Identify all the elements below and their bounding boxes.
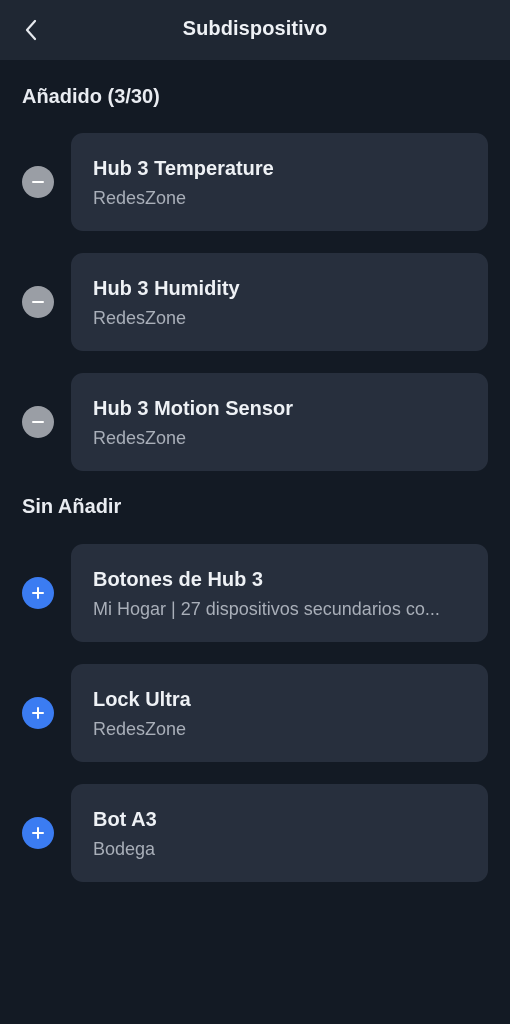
subdevice-card[interactable]: Botones de Hub 3 Mi Hogar | 27 dispositi… (71, 544, 488, 642)
add-button[interactable] (22, 577, 54, 609)
subdevice-name: Hub 3 Motion Sensor (93, 398, 293, 420)
subdevice-name: Bot A3 (93, 809, 157, 831)
page-title: Subdispositivo (182, 18, 328, 40)
subdevice-location: RedesZone (93, 428, 187, 448)
subdevice-location: RedesZone (93, 719, 187, 739)
subdevice-location: Mi Hogar | 27 dispositivos secundarios c… (93, 599, 440, 619)
list-item: Hub 3 Humidity RedesZone (0, 253, 510, 351)
plus-icon (32, 707, 44, 719)
remove-button[interactable] (22, 406, 54, 438)
remove-button[interactable] (22, 166, 54, 198)
section-title-not-added: Sin Añadir (22, 496, 122, 518)
subdevice-location: RedesZone (93, 188, 187, 208)
remove-button[interactable] (22, 286, 54, 318)
subdevice-card[interactable]: Hub 3 Temperature RedesZone (71, 133, 488, 231)
subdevice-name: Hub 3 Humidity (93, 278, 240, 300)
add-button[interactable] (22, 697, 54, 729)
subdevice-location: Bodega (93, 839, 156, 859)
subdevice-card[interactable]: Hub 3 Motion Sensor RedesZone (71, 373, 488, 471)
subdevice-name: Lock Ultra (93, 689, 191, 711)
list-item: Botones de Hub 3 Mi Hogar | 27 dispositi… (0, 544, 510, 642)
list-item: Bot A3 Bodega (0, 784, 510, 882)
section-title-added: Añadido (3/30) (22, 86, 160, 108)
subdevice-location: RedesZone (93, 308, 187, 328)
top-bar: Subdispositivo (0, 0, 510, 60)
add-button[interactable] (22, 817, 54, 849)
subdevice-card[interactable]: Hub 3 Humidity RedesZone (71, 253, 488, 351)
minus-icon (32, 421, 44, 423)
minus-icon (32, 301, 44, 303)
list-item: Hub 3 Temperature RedesZone (0, 133, 510, 231)
list-item: Hub 3 Motion Sensor RedesZone (0, 373, 510, 471)
list-item: Lock Ultra RedesZone (0, 664, 510, 762)
minus-icon (32, 181, 44, 183)
subdevice-name: Botones de Hub 3 (93, 569, 264, 591)
subdevice-card[interactable]: Lock Ultra RedesZone (71, 664, 488, 762)
subdevice-name: Hub 3 Temperature (93, 158, 274, 180)
plus-icon (32, 827, 44, 839)
subdevice-card[interactable]: Bot A3 Bodega (71, 784, 488, 882)
plus-icon (32, 587, 44, 599)
